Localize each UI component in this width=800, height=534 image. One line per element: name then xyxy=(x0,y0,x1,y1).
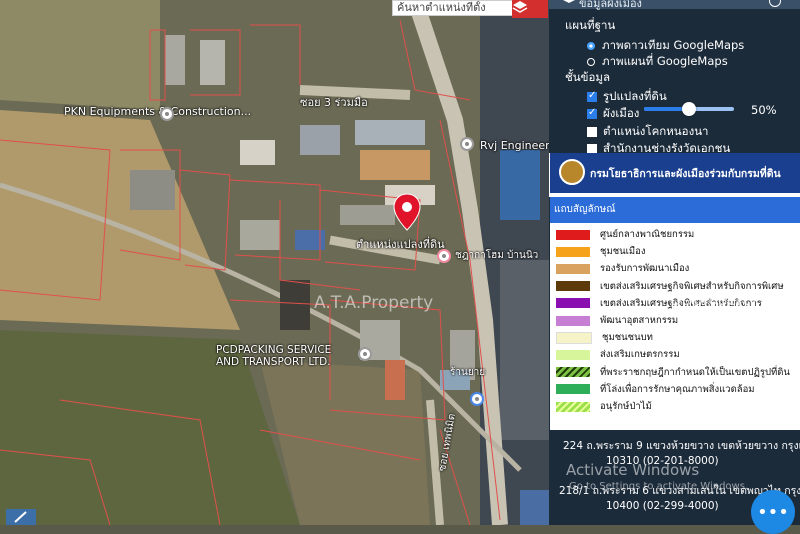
opacity-value: 50% xyxy=(751,103,777,117)
legend-label: อนุรักษ์ป่าไม้ xyxy=(600,401,652,412)
layers-label: ชั้นข้อมูล xyxy=(565,70,611,84)
pin-label: ตำแหน่งแปลงที่ดิน xyxy=(356,238,445,251)
pencil-icon xyxy=(14,511,27,523)
contact-line-2b: 10400 (02-299-4000) xyxy=(606,500,719,512)
legend-row: อนุรักษ์ป่าไม้ xyxy=(556,399,652,414)
legend-title: แถบสัญลักษณ์ xyxy=(550,197,800,223)
checkbox[interactable] xyxy=(587,127,597,137)
legend-label: ชุมชนชนบท xyxy=(602,332,653,344)
legend-label: พัฒนาอุตสาหกรรม xyxy=(600,315,679,326)
legend-label: ที่โล่งเพื่อการรักษาคุณภาพสิ่งแวดล้อม xyxy=(600,383,755,395)
opacity-slider[interactable] xyxy=(644,102,734,116)
more-icon: ••• xyxy=(757,501,789,523)
legend-row: ศูนย์กลางพาณิชยกรรม xyxy=(556,227,694,242)
info-icon[interactable] xyxy=(769,0,781,7)
poi-label-pkn: PKN Equipments & Construction... xyxy=(64,105,252,118)
legend-row: ที่พระราชกฤษฎีกากำหนดให้เป็นเขตปฏิรูปที่… xyxy=(556,365,790,380)
legend-swatch xyxy=(556,263,590,274)
legend-swatch xyxy=(556,246,590,257)
legend-swatch xyxy=(556,315,590,326)
contact-line-1a: 224 ถ.พระราม 9 แขวงห้วยขวาง เขตห้วยขวาง … xyxy=(563,440,800,452)
radio-icon[interactable] xyxy=(587,42,595,50)
poi-marker-icon[interactable] xyxy=(460,137,474,151)
legend-swatch xyxy=(556,349,590,360)
legend-swatch xyxy=(556,401,590,412)
watermark-ddproperty: DDproperty xyxy=(670,291,758,309)
legend-label: ศูนย์กลางพาณิชยกรรม xyxy=(600,229,695,240)
layer-option-khoknongna[interactable]: ตำแหน่งโคกหนองนา xyxy=(587,123,709,141)
legend-label: รองรับการพัฒนาเมือง xyxy=(600,263,690,275)
poi-marker-icon[interactable] xyxy=(160,107,174,121)
layer-option-zoning[interactable]: ผังเมือง xyxy=(587,105,639,123)
banner-text: กรมโยธาธิการและผังเมืองร่วมกับกรมที่ดิน xyxy=(550,153,800,193)
poi-label-rvj: Rvj Engineeri xyxy=(480,139,553,152)
legend-swatch xyxy=(556,384,590,395)
hotel-marker-icon[interactable] xyxy=(437,249,451,263)
legend-row: รองรับการพัฒนาเมือง xyxy=(556,261,689,276)
legend-label: ที่พระราชกฤษฎีกากำหนดให้เป็นเขตปฏิรูปที่… xyxy=(600,366,790,378)
legend-swatch xyxy=(556,229,590,240)
legend-row: ชุมชนเมือง xyxy=(556,244,646,259)
layers-icon xyxy=(512,1,528,13)
legend-row: พัฒนาอุตสาหกรรม xyxy=(556,313,678,328)
legend-swatch xyxy=(556,331,592,344)
more-options-button[interactable]: ••• xyxy=(751,490,795,534)
basemap-label: แผนที่ฐาน xyxy=(565,18,616,32)
watermark-activate: Activate Windows xyxy=(566,461,700,479)
slider-thumb[interactable] xyxy=(682,102,696,116)
road-label-soi: ซอย 3 ร่วมมือ xyxy=(300,96,368,109)
checkbox[interactable] xyxy=(587,107,597,119)
legend-row: ที่โล่งเพื่อการรักษาคุณภาพสิ่งแวดล้อม xyxy=(556,382,755,397)
option-label: รูปแปลงที่ดิน xyxy=(603,89,667,103)
poi-label-shop: ร้านยาย xyxy=(450,367,486,378)
location-pin-icon[interactable] xyxy=(393,193,421,231)
layers-toggle-button[interactable] xyxy=(512,0,548,18)
watermark-activate-sub: Go to Settings to activate Windows. xyxy=(569,481,749,492)
legend-row: ส่งเสริมเกษตรกรรม xyxy=(556,347,680,362)
legend-label: ชุมชนเมือง xyxy=(600,246,646,258)
poi-label-pcd: PCDPACKING SERVICE AND TRANSPORT LTD. xyxy=(216,344,332,368)
shop-marker-icon[interactable] xyxy=(470,392,484,406)
poi-label-hotel: ชฎากาโฮม บ้านนิว xyxy=(455,250,539,261)
panel-title: ข้อมูลผังเมือง xyxy=(579,0,642,10)
department-seal-icon xyxy=(559,159,585,185)
sidebar-panel: ข้อมูลผังเมือง แผนที่ฐาน ภาพดาวเทียม Goo… xyxy=(549,0,800,534)
search-input[interactable]: ค้นหาตำแหน่งที่ตั้ง xyxy=(392,0,520,16)
radio-icon[interactable] xyxy=(587,58,595,66)
layers-icon xyxy=(563,0,575,3)
option-label: ตำแหน่งโคกหนองนา xyxy=(603,124,709,138)
map-tool-button[interactable] xyxy=(6,509,36,525)
legend-swatch xyxy=(556,281,590,292)
legend-label: ส่งเสริมเกษตรกรรม xyxy=(600,349,680,361)
checkbox[interactable] xyxy=(587,90,597,102)
legend-swatch xyxy=(556,298,590,309)
watermark-ata: A.T.A.Property xyxy=(314,293,434,313)
legend-row: ชุมชนชนบท xyxy=(556,330,653,345)
legend-swatch xyxy=(556,367,590,378)
option-label: ผังเมือง xyxy=(603,106,640,120)
option-label: ภาพแผนที่ GoogleMaps xyxy=(602,54,728,68)
panel-header: ข้อมูลผังเมือง xyxy=(549,0,800,10)
poi-marker-icon[interactable] xyxy=(358,347,372,361)
layer-option-parcels[interactable]: รูปแปลงที่ดิน xyxy=(587,88,667,106)
legend: แถบสัญลักษณ์ ศูนย์กลางพาณิชยกรรมชุมชนเมื… xyxy=(550,197,800,430)
agency-banner: กรมโยธาธิการและผังเมืองร่วมกับกรมที่ดิน xyxy=(549,153,800,197)
